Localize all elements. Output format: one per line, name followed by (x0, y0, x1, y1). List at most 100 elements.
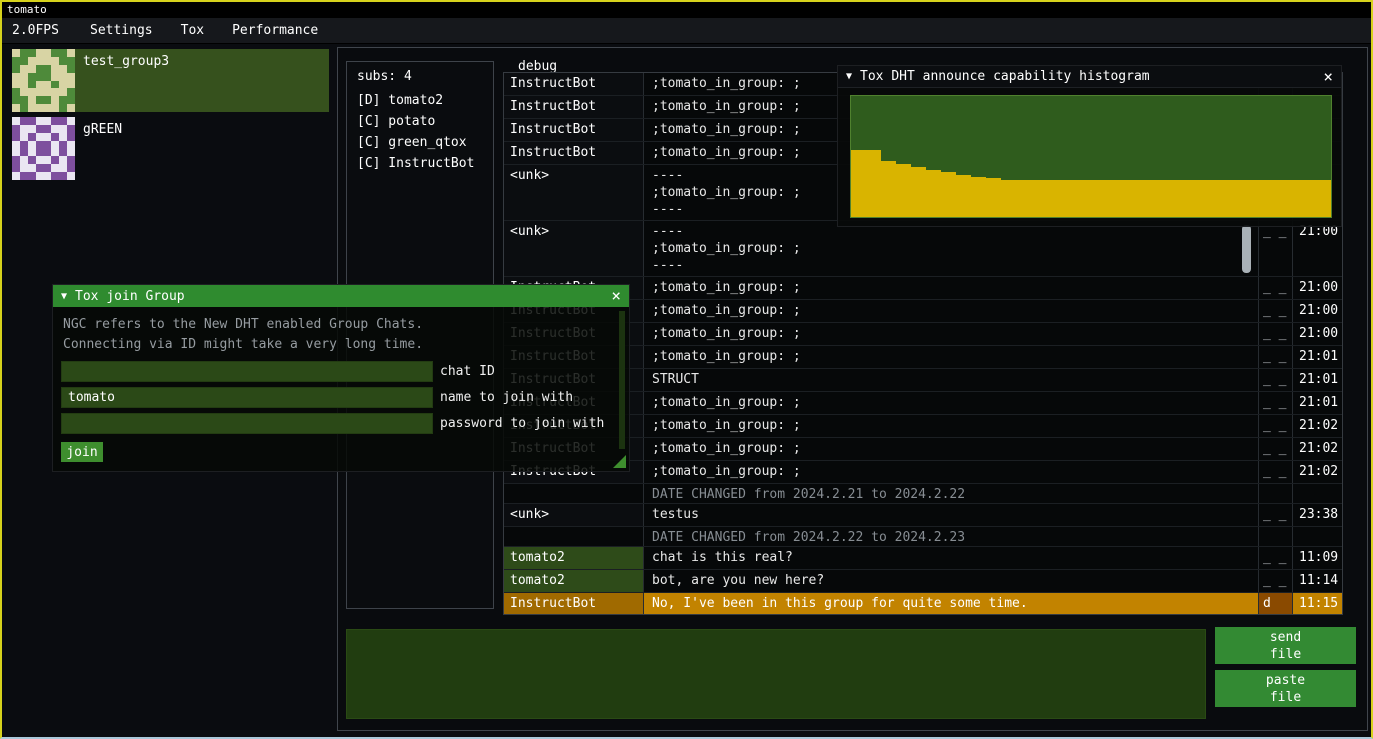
avatar-pixel (20, 149, 28, 157)
avatar-pixel (20, 49, 28, 57)
join-input-password-to-join-with[interactable] (61, 413, 433, 434)
avatar-pixel (28, 57, 36, 65)
collapse-icon[interactable]: ▼ (61, 291, 67, 302)
histogram-bar (1001, 180, 1016, 218)
avatar-pixel (51, 88, 59, 96)
send-file-button[interactable]: send file (1215, 627, 1356, 664)
avatar-pixel (28, 149, 36, 157)
join-input-name-to-join-with[interactable] (61, 387, 433, 408)
chat-row[interactable]: InstructBotNo, I've been in this group f… (504, 593, 1342, 615)
avatar-pixel (67, 104, 75, 112)
chat-row[interactable]: tomato2bot, are you new here?_ _11:14 (504, 570, 1342, 593)
sub-member[interactable]: [C] InstructBot (347, 153, 493, 174)
chat-row-time: 11:15 (1293, 593, 1342, 615)
avatar-pixel (36, 125, 44, 133)
date-separator-row[interactable]: DATE CHANGED from 2024.2.22 to 2024.2.23 (504, 527, 1342, 547)
histogram-bar (956, 175, 971, 217)
avatar-pixel (51, 164, 59, 172)
histogram-bar (1151, 180, 1166, 218)
chat-row-name: InstructBot (504, 73, 644, 95)
avatar-pixel (67, 81, 75, 89)
sub-member[interactable]: [C] potato (347, 111, 493, 132)
histogram-bar (1076, 180, 1091, 218)
sub-member[interactable]: [D] tomato2 (347, 90, 493, 111)
chat-row-message: ;tomato_in_group: ; (644, 300, 1259, 322)
histogram-bar (1301, 180, 1316, 218)
chat-row[interactable]: tomato2chat is this real?_ _11:09 (504, 547, 1342, 570)
avatar-pixel (36, 149, 44, 157)
avatar-pixel (28, 125, 36, 133)
subs-count: subs: 4 (347, 62, 493, 90)
date-separator-row[interactable]: DATE CHANGED from 2024.2.21 to 2024.2.22 (504, 484, 1342, 504)
join-button[interactable]: join (61, 442, 103, 462)
avatar-pixel (36, 104, 44, 112)
avatar-pixel (12, 65, 20, 73)
chat-row-time: 11:14 (1293, 570, 1342, 592)
paste-file-button[interactable]: paste file (1215, 670, 1356, 707)
chat-row-time: 21:01 (1293, 369, 1342, 391)
dialog-scrollbar[interactable] (619, 311, 625, 449)
join-field-label: password to join with (440, 416, 604, 431)
avatar-pixel (67, 88, 75, 96)
avatar-pixel (59, 149, 67, 157)
chat-row-time: 21:00 (1293, 323, 1342, 345)
histogram-bar (1046, 180, 1061, 218)
chat-row-name (504, 527, 644, 546)
chat-row-time: 21:02 (1293, 415, 1342, 437)
avatar-pixel (51, 133, 59, 141)
avatar-pixel (67, 73, 75, 81)
resize-grip-icon[interactable] (613, 455, 626, 468)
avatar-pixel (67, 49, 75, 57)
sidebar-group-test_group3[interactable]: test_group3 (12, 49, 329, 112)
menu-item-tox[interactable]: Tox (181, 23, 204, 38)
join-input-chat-ID[interactable] (61, 361, 433, 382)
avatar-pixel (12, 104, 20, 112)
chat-row-flags: _ _ (1259, 369, 1293, 391)
avatar-pixel (59, 49, 67, 57)
histogram-bar (1121, 180, 1136, 218)
sidebar-group-gREEN[interactable]: gREEN (12, 117, 329, 180)
menu-item-settings[interactable]: Settings (90, 23, 153, 38)
chat-row-flags: d (1259, 593, 1293, 615)
avatar-pixel (67, 164, 75, 172)
avatar-pixel (44, 88, 52, 96)
avatar-pixel (20, 88, 28, 96)
collapse-icon[interactable]: ▼ (846, 71, 852, 82)
menu-items: Settings Tox Performance (90, 23, 346, 38)
chat-row-flags (1259, 527, 1293, 546)
message-input[interactable] (346, 629, 1206, 719)
chat-row[interactable]: <unk>---- ;tomato_in_group: ; ----_ _21:… (504, 221, 1342, 277)
menu-item-performance[interactable]: Performance (232, 23, 318, 38)
avatar-pixel (51, 96, 59, 104)
avatar-pixel (28, 141, 36, 149)
chat-row-time: 21:00 (1293, 277, 1342, 299)
histogram-bar (1196, 180, 1211, 218)
chat-scrollbar-thumb[interactable] (1242, 225, 1251, 273)
chat-row-flags: _ _ (1259, 504, 1293, 526)
chat-row-time (1293, 527, 1342, 546)
histogram-bar (1091, 180, 1106, 218)
avatar-pixel (67, 156, 75, 164)
avatar-pixel (28, 133, 36, 141)
join-dialog-titlebar[interactable]: ▼ Tox join Group × (53, 285, 629, 307)
avatar-pixel (20, 81, 28, 89)
window-titlebar: tomato (2, 2, 1371, 18)
chat-row-message: DATE CHANGED from 2024.2.22 to 2024.2.23 (644, 527, 1259, 546)
histogram-bar (1166, 180, 1181, 218)
histogram-dialog-titlebar[interactable]: ▼ Tox DHT announce capability histogram … (838, 66, 1341, 88)
avatar-pixel (12, 117, 20, 125)
avatar-pixel (12, 149, 20, 157)
avatar-pixel (44, 117, 52, 125)
join-field-row: chat ID (61, 361, 621, 382)
avatar-pixel (12, 172, 20, 180)
histogram-bars (851, 96, 1331, 217)
avatar-pixel (51, 156, 59, 164)
avatar-pixel (12, 96, 20, 104)
avatar-pixel (28, 172, 36, 180)
chat-row[interactable]: <unk>testus_ _23:38 (504, 504, 1342, 527)
sub-member[interactable]: [C] green_qtox (347, 132, 493, 153)
avatar-pixel (59, 125, 67, 133)
close-icon[interactable]: × (611, 288, 621, 304)
avatar-pixel (59, 65, 67, 73)
close-icon[interactable]: × (1323, 69, 1333, 85)
